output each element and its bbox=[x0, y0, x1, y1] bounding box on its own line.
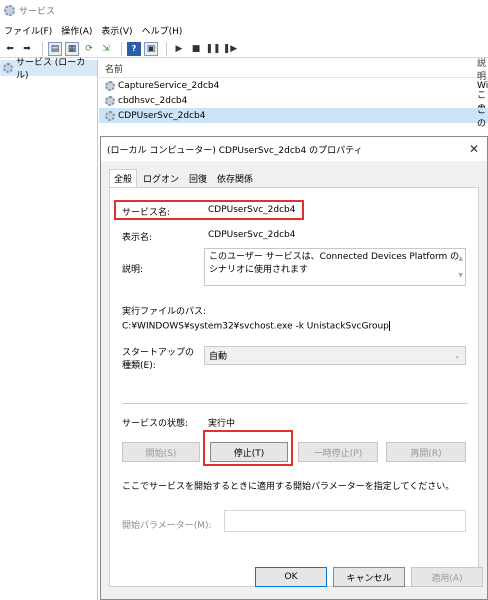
console-tree-icon[interactable]: ▤ bbox=[48, 41, 62, 56]
dialog-tabs: 全般 ログオン 回復 依存関係 bbox=[109, 169, 259, 187]
menu-bar: ファイル(F) 操作(A) 表示(V) ヘルプ(H) bbox=[0, 22, 488, 38]
tree-item-services-local[interactable]: サービス (ローカル) bbox=[0, 58, 97, 81]
toolbar-separator bbox=[166, 41, 167, 56]
resume-button[interactable]: 再開(R) bbox=[386, 442, 466, 462]
display-name-value: CDPUserSvc_2dcb4 bbox=[208, 230, 296, 240]
section-divider bbox=[122, 403, 468, 404]
refresh-icon[interactable]: ⟳ bbox=[82, 42, 96, 56]
general-tab-panel: サービス名: CDPUserSvc_2dcb4 表示名: CDPUserSvc_… bbox=[109, 187, 479, 587]
tab-general[interactable]: 全般 bbox=[109, 169, 138, 187]
pause-icon[interactable]: ❚❚ bbox=[205, 42, 220, 56]
startup-type-select[interactable]: 自動 ⌄ bbox=[204, 346, 466, 365]
service-gear-icon bbox=[105, 80, 115, 91]
list-row[interactable]: cbdhsvc_2dcb4 この bbox=[99, 91, 488, 114]
toolbar-separator bbox=[121, 41, 122, 56]
restart-icon[interactable]: ❚▶ bbox=[223, 42, 237, 56]
dialog-title: (ローカル コンピューター) CDPUserSvc_2dcb4 のプロパティ bbox=[107, 145, 363, 156]
scroll-down-icon[interactable]: ▼ bbox=[458, 269, 463, 282]
service-description: この bbox=[477, 105, 487, 129]
view-icon[interactable]: ▣ bbox=[144, 41, 158, 56]
services-gear-icon bbox=[4, 4, 15, 16]
service-status-label: サービスの状態: bbox=[122, 419, 189, 429]
ok-button[interactable]: OK bbox=[255, 567, 327, 587]
display-name-label: 表示名: bbox=[122, 233, 153, 243]
properties-list-icon[interactable]: ▦ bbox=[65, 41, 79, 56]
apply-button[interactable]: 適用(A) bbox=[411, 567, 483, 587]
tree-item-label: サービス (ローカル) bbox=[15, 58, 86, 81]
stop-button[interactable]: 停止(T) bbox=[210, 442, 288, 462]
path-value[interactable]: C:¥WINDOWS¥system32¥svchost.exe -k Unist… bbox=[122, 321, 390, 332]
description-text: このユーザー サービスは、Connected Devices Platform … bbox=[209, 252, 460, 275]
menu-view[interactable]: 表示(V) bbox=[101, 24, 132, 37]
stop-icon[interactable]: ■ bbox=[189, 42, 203, 56]
service-name-label: サービス名: bbox=[122, 208, 171, 218]
path-label: 実行ファイルのパス: bbox=[122, 307, 207, 317]
list-header: 名前 説明 bbox=[99, 59, 488, 82]
menu-action[interactable]: 操作(A) bbox=[61, 24, 92, 37]
startup-label-line2: 種類(E): bbox=[122, 361, 156, 371]
export-icon[interactable]: ⇲ bbox=[99, 42, 113, 56]
play-icon[interactable]: ▶ bbox=[172, 42, 186, 56]
window-titlebar: サービス bbox=[0, 0, 488, 20]
service-gear-icon bbox=[105, 110, 115, 121]
help-icon[interactable]: ? bbox=[127, 41, 141, 56]
service-name: cbdhsvc_2dcb4 bbox=[118, 95, 188, 106]
console-tree: サービス (ローカル) bbox=[0, 58, 98, 600]
list-row[interactable]: CaptureService_2dcb4 Wi bbox=[99, 78, 488, 93]
column-header-name[interactable]: 名前 bbox=[105, 62, 123, 75]
description-label: 説明: bbox=[122, 265, 144, 275]
start-parameters-label: 開始パラメーター(M): bbox=[122, 521, 212, 531]
service-name: CDPUserSvc_2dcb4 bbox=[118, 110, 206, 121]
start-button[interactable]: 開始(S) bbox=[122, 442, 200, 462]
tab-dependencies[interactable]: 依存関係 bbox=[213, 170, 257, 187]
service-name-value: CDPUserSvc_2dcb4 bbox=[208, 205, 296, 215]
start-parameters-hint: ここでサービスを開始するときに適用する開始パラメーターを指定してください。 bbox=[122, 482, 455, 492]
close-icon[interactable]: ✕ bbox=[469, 142, 479, 156]
text-caret bbox=[388, 321, 390, 331]
toolbar-separator bbox=[42, 41, 43, 56]
startup-label-line1: スタートアップの bbox=[122, 348, 195, 358]
menu-file[interactable]: ファイル(F) bbox=[4, 24, 52, 37]
list-row-selected[interactable]: CDPUserSvc_2dcb4 この bbox=[99, 106, 488, 129]
cancel-button[interactable]: キャンセル bbox=[333, 567, 405, 587]
forward-arrow-icon[interactable]: ➡ bbox=[20, 42, 34, 56]
menu-help[interactable]: ヘルプ(H) bbox=[142, 24, 183, 37]
path-text: C:¥WINDOWS¥system32¥svchost.exe -k Unist… bbox=[122, 321, 389, 332]
properties-dialog: (ローカル コンピューター) CDPUserSvc_2dcb4 のプロパティ ✕… bbox=[100, 136, 488, 600]
start-parameters-input[interactable] bbox=[224, 510, 466, 532]
back-arrow-icon[interactable]: ⬅ bbox=[3, 42, 17, 56]
service-name: CaptureService_2dcb4 bbox=[118, 80, 220, 91]
dialog-titlebar: (ローカル コンピューター) CDPUserSvc_2dcb4 のプロパティ ✕ bbox=[101, 137, 487, 161]
description-textarea[interactable]: このユーザー サービスは、Connected Devices Platform … bbox=[204, 248, 466, 286]
service-gear-icon bbox=[105, 95, 115, 106]
pause-button[interactable]: 一時停止(P) bbox=[298, 442, 378, 462]
chevron-down-icon: ⌄ bbox=[454, 351, 460, 360]
scroll-up-icon[interactable]: ▲ bbox=[458, 252, 463, 265]
window-title: サービス bbox=[19, 6, 56, 17]
services-gear-icon bbox=[3, 63, 13, 73]
startup-type-value: 自動 bbox=[209, 352, 228, 362]
service-status-value: 実行中 bbox=[208, 419, 236, 429]
tab-logon[interactable]: ログオン bbox=[139, 170, 183, 187]
tab-recovery[interactable]: 回復 bbox=[185, 170, 211, 187]
